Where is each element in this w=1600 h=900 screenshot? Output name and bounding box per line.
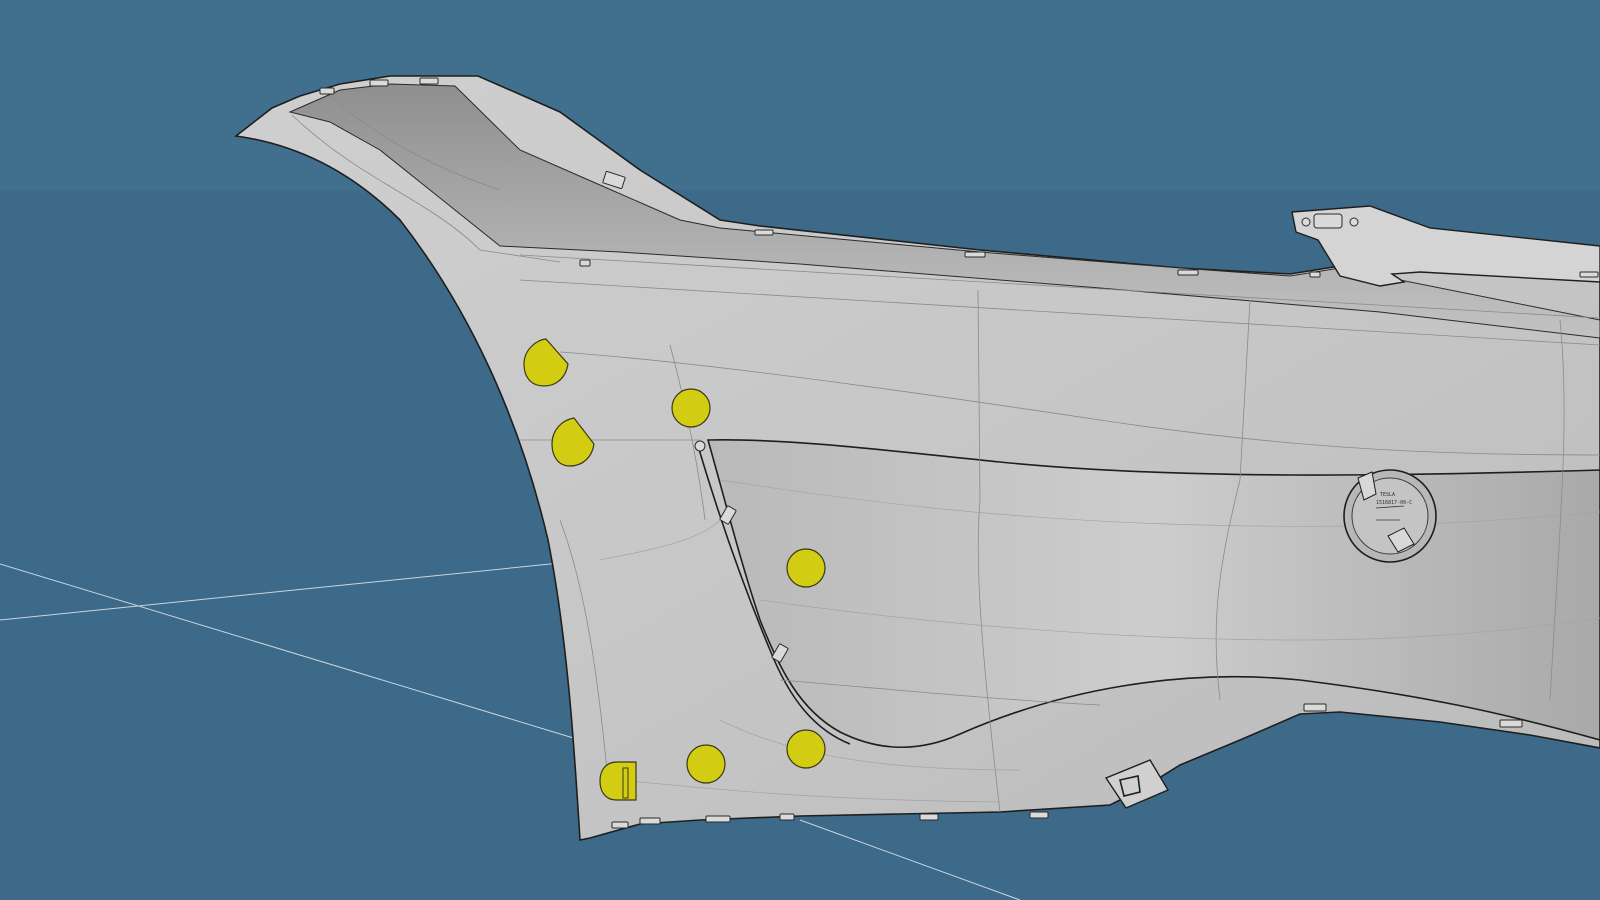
bracket-hole-left — [1301, 217, 1311, 227]
marker-circle-4[interactable] — [686, 744, 726, 784]
part-emblem[interactable]: TESLA 1516817-00-C — [1343, 469, 1437, 563]
bracket-hole-right — [1349, 217, 1359, 227]
emblem-line2: 1516817-00-C — [1376, 500, 1412, 506]
viewport-canvas[interactable]: TESLA 1516817-00-C — [0, 0, 1600, 900]
bracket-slot — [1313, 213, 1343, 229]
emblem-line1: TESLA — [1380, 492, 1395, 498]
marker-slotted[interactable] — [599, 761, 637, 801]
horizon-band — [0, 0, 1600, 190]
marker-circle-2[interactable] — [786, 548, 826, 588]
3d-cad-viewport[interactable]: TESLA 1516817-00-C — [0, 0, 1600, 900]
marker-circle-1[interactable] — [671, 388, 711, 428]
marker-circle-3[interactable] — [786, 729, 826, 769]
